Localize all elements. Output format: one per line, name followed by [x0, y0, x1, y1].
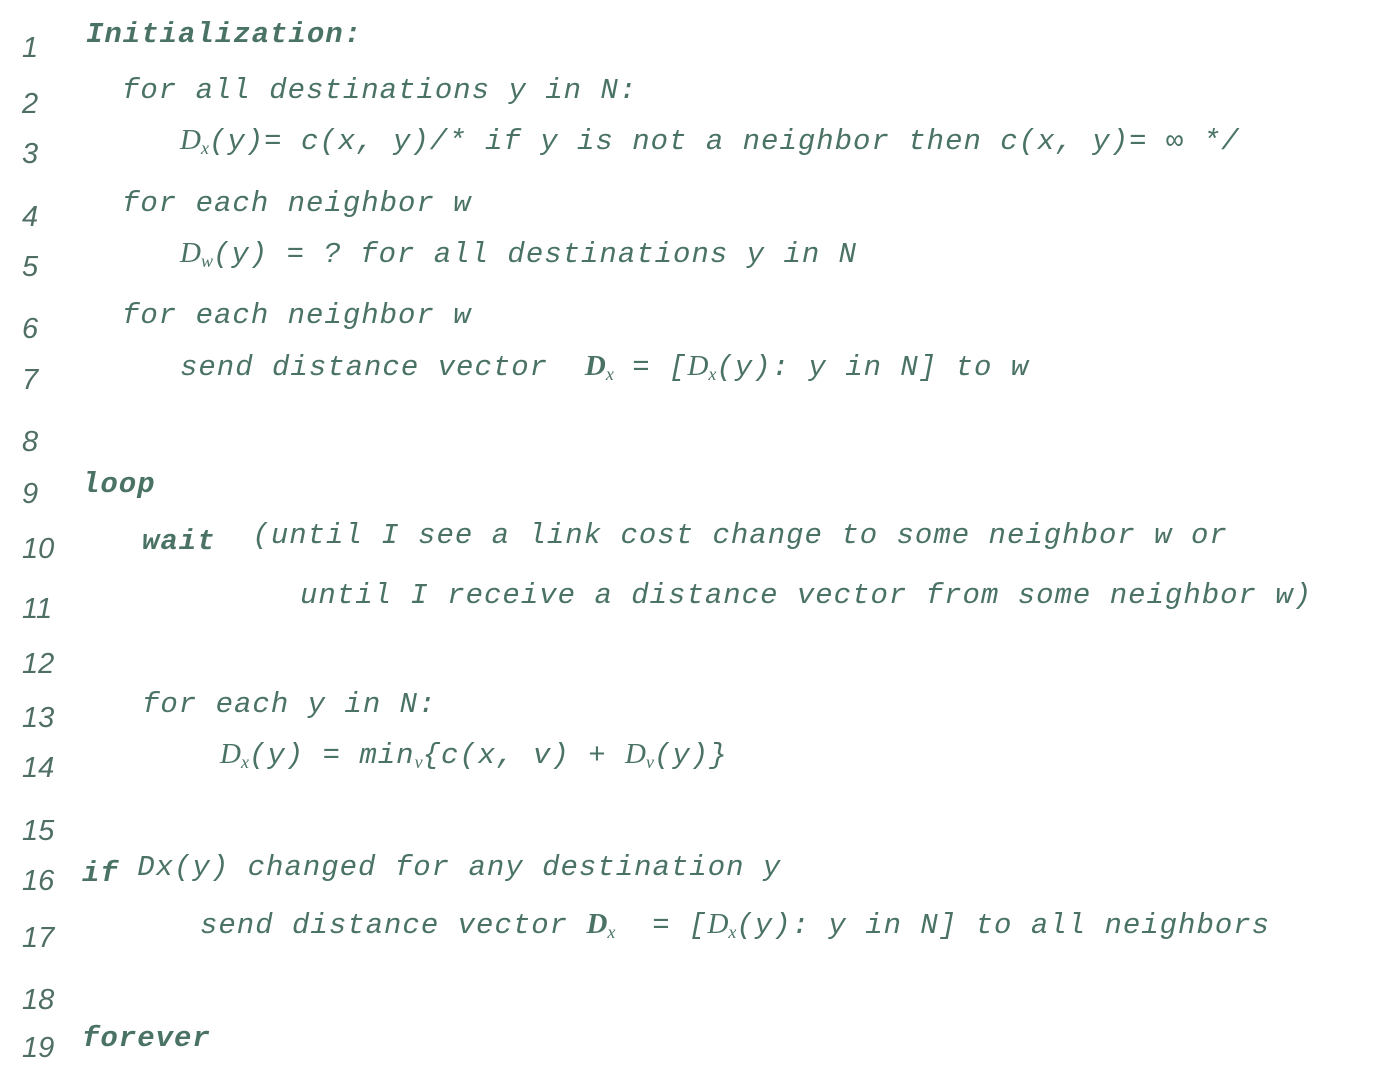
code-line-15: 15: [0, 797, 1388, 847]
code-rest: (y) = ? for all destinations y in N: [212, 238, 858, 271]
line-number: 6: [22, 313, 39, 345]
line-number: 4: [22, 201, 39, 233]
line-number: 13: [22, 702, 55, 734]
code-text: send distance vector Dx = [Dx(y): y in N…: [180, 350, 1029, 385]
code-mid: (y) = min: [248, 739, 415, 772]
code-line-11: 11 until I receive a distance vector fro…: [0, 575, 1388, 625]
code-rest: (y)}: [653, 739, 728, 772]
line-number: 5: [22, 251, 39, 283]
subscript: x: [605, 364, 614, 384]
line-number: 9: [22, 478, 39, 510]
line-number: 15: [22, 815, 55, 847]
code-pre: send distance vector: [180, 351, 567, 384]
subscript: v: [645, 752, 654, 772]
code-pre: send distance vector: [200, 909, 587, 942]
subscript: v: [414, 752, 423, 772]
code-rest: (y): y in N] to all neighbors: [736, 909, 1271, 942]
dist-vector-symbol: D: [584, 350, 606, 382]
code-rest: (y): y in N] to w: [716, 351, 1030, 384]
line-number: 16: [22, 865, 55, 897]
code-text: if Dx(y) changed for any destination y: [82, 851, 782, 890]
code-line-13: 13 for each y in N:: [0, 684, 1388, 734]
dist-vector-symbol: D: [586, 908, 608, 940]
code-line-10: 10 wait (until I see a link cost change …: [0, 515, 1388, 565]
code-mid: = [: [613, 351, 688, 384]
code-text: until I receive a distance vector from s…: [300, 579, 1313, 612]
code-rest: Dx(y) changed for any destination y: [118, 851, 782, 884]
line-number: 1: [22, 32, 39, 64]
dist-symbol: D: [687, 350, 709, 382]
code-line-2: 2 for all destinations y in N:: [0, 70, 1388, 120]
code-line-9: 9 loop: [0, 460, 1388, 510]
line-number: 12: [22, 648, 55, 680]
code-line-8: 8: [0, 408, 1388, 458]
code-text: Dx(y)= c(x, y)/* if y is not a neighbor …: [180, 124, 1240, 159]
line-number: 19: [22, 1032, 55, 1064]
line-number: 17: [22, 922, 55, 954]
code-text: Dw(y) = ? for all destinations y in N: [180, 237, 857, 272]
line-number: 2: [22, 88, 39, 120]
wait-keyword: wait: [142, 525, 216, 558]
subscript: w: [200, 251, 213, 271]
line-number: 10: [22, 533, 55, 565]
code-line-1: 1 Initialization:: [0, 14, 1388, 64]
code-line-18: 18: [0, 966, 1388, 1016]
code-text: send distance vector Dx = [Dx(y): y in N…: [200, 908, 1270, 943]
code-line-4: 4 for each neighbor w: [0, 183, 1388, 233]
code-line-16: 16 if Dx(y) changed for any destination …: [0, 847, 1388, 897]
subscript: x: [240, 752, 249, 772]
code-line-3: 3 Dx(y)= c(x, y)/* if y is not a neighbo…: [0, 120, 1388, 170]
code-mid: = [: [615, 909, 708, 942]
dist-symbol: D: [180, 237, 201, 269]
code-line-17: 17 send distance vector Dx = [Dx(y): y i…: [0, 904, 1388, 954]
line-number: 11: [22, 593, 53, 625]
code-rest: (until I see a link cost change to some …: [234, 519, 1228, 552]
code-line-6: 6 for each neighbor w: [0, 295, 1388, 345]
dist-symbol: D: [180, 124, 201, 156]
line-number: 3: [22, 138, 39, 170]
code-line-7: 7 send distance vector Dx = [Dx(y): y in…: [0, 346, 1388, 396]
code-text: for each y in N:: [142, 688, 437, 721]
line-number: 7: [22, 364, 39, 396]
subscript: x: [200, 138, 209, 158]
code-line-19: 19 forever: [0, 1014, 1388, 1064]
dist-symbol: D: [625, 738, 646, 770]
line-number: 8: [22, 426, 39, 458]
code-text: wait (until I see a link cost change to …: [142, 519, 1228, 558]
loop-keyword: loop: [82, 468, 156, 501]
code-rest: (y)= c(x, y)/* if y is not a neighbor th…: [208, 125, 1240, 158]
code-line-5: 5 Dw(y) = ? for all destinations y in N: [0, 233, 1388, 283]
line-number: 14: [22, 752, 55, 784]
code-text: for all destinations y in N:: [122, 74, 638, 107]
code-text: for each neighbor w: [122, 299, 472, 332]
code-line-14: 14 Dx(y) = minv{c(x, v) + Dv(y)}: [0, 734, 1388, 784]
initialization-heading: Initialization:: [86, 18, 363, 51]
code-text: for each neighbor w: [122, 187, 472, 220]
code-mid: {c(x, v) +: [422, 739, 626, 772]
code-text: Dx(y) = minv{c(x, v) + Dv(y)}: [220, 738, 728, 773]
line-number: 18: [22, 984, 55, 1016]
code-line-12: 12: [0, 630, 1388, 680]
forever-keyword: forever: [82, 1022, 211, 1055]
dist-symbol: D: [707, 908, 729, 940]
if-keyword: if: [82, 857, 119, 890]
dist-symbol: D: [220, 738, 241, 770]
